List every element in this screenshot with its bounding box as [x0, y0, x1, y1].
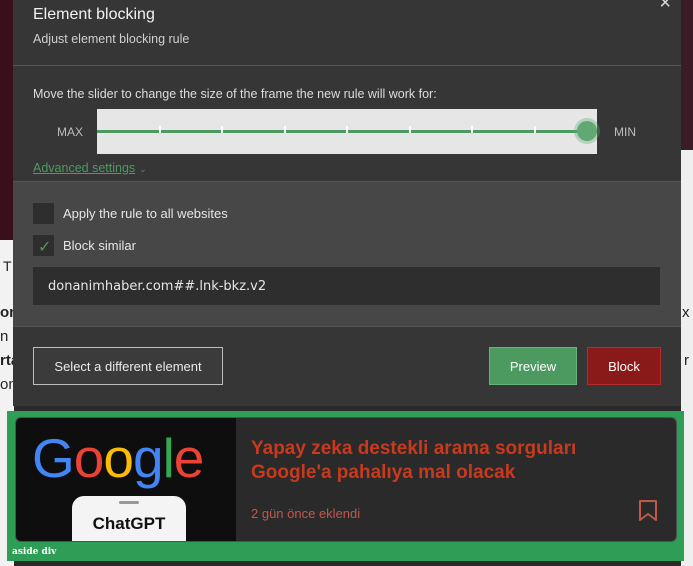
article-title[interactable]: Yapay zeka destekli arama sorguları Goog… — [251, 437, 611, 485]
page-text-fragment: n — [0, 328, 9, 345]
news-card[interactable]: Google ChatGPT Yapay zeka destekli arama… — [15, 417, 677, 542]
frame-size-slider[interactable] — [97, 109, 597, 154]
article-date: 2 gün önce eklendi — [251, 506, 361, 521]
apply-all-websites-checkbox[interactable] — [33, 203, 54, 224]
advanced-settings-label: Advanced settings — [33, 161, 136, 175]
page-text-fragment: T — [3, 258, 12, 274]
slider-tick — [158, 126, 161, 133]
page-right-header — [681, 0, 693, 150]
page-text-fragment: x — [682, 304, 690, 321]
slider-tick — [471, 126, 473, 133]
slider-instruction: Move the slider to change the size of th… — [33, 87, 437, 101]
phone-screen-text: ChatGPT — [92, 514, 166, 533]
select-different-element-button[interactable]: Select a different element — [33, 347, 223, 385]
block-similar-checkbox[interactable]: ✓ — [33, 235, 54, 256]
rule-input[interactable] — [33, 267, 660, 305]
dialog-title: Element blocking — [33, 6, 155, 23]
divider — [13, 65, 681, 66]
divider — [13, 326, 681, 327]
google-logo: Google — [32, 427, 204, 489]
slider-tick — [346, 126, 348, 133]
block-button[interactable]: Block — [587, 347, 661, 385]
preview-button[interactable]: Preview — [489, 347, 577, 385]
phone-notch — [119, 501, 139, 504]
block-similar-label[interactable]: Block similar — [63, 238, 136, 253]
page-text-fragment: r — [684, 352, 689, 369]
advanced-settings-link[interactable]: Advanced settings ⌄ — [33, 161, 147, 175]
slider-min-label: MIN — [614, 125, 636, 139]
element-blocking-dialog: Element blocking Adjust element blocking… — [13, 0, 681, 406]
phone-image: ChatGPT — [72, 496, 186, 541]
article-thumbnail[interactable]: Google ChatGPT — [16, 418, 236, 541]
slider-thumb[interactable] — [577, 121, 597, 141]
apply-all-websites-label[interactable]: Apply the rule to all websites — [63, 206, 228, 221]
close-icon[interactable]: × — [659, 0, 671, 15]
slider-tick — [408, 126, 411, 133]
highlighted-element[interactable]: Google ChatGPT Yapay zeka destekli arama… — [7, 411, 684, 561]
chevron-down-icon: ⌄ — [139, 164, 147, 174]
advanced-settings-panel: Apply the rule to all websites ✓ Block s… — [13, 181, 681, 326]
slider-tick — [221, 126, 223, 133]
bookmark-icon[interactable] — [638, 500, 658, 522]
page-left-header — [0, 0, 14, 240]
dialog-subtitle: Adjust element blocking rule — [33, 32, 190, 46]
highlight-tag-label: aside div — [12, 547, 57, 557]
slider-tick — [533, 126, 536, 133]
checkmark-icon: ✓ — [38, 239, 52, 256]
slider-tick — [283, 126, 286, 133]
slider-max-label: MAX — [57, 125, 84, 139]
